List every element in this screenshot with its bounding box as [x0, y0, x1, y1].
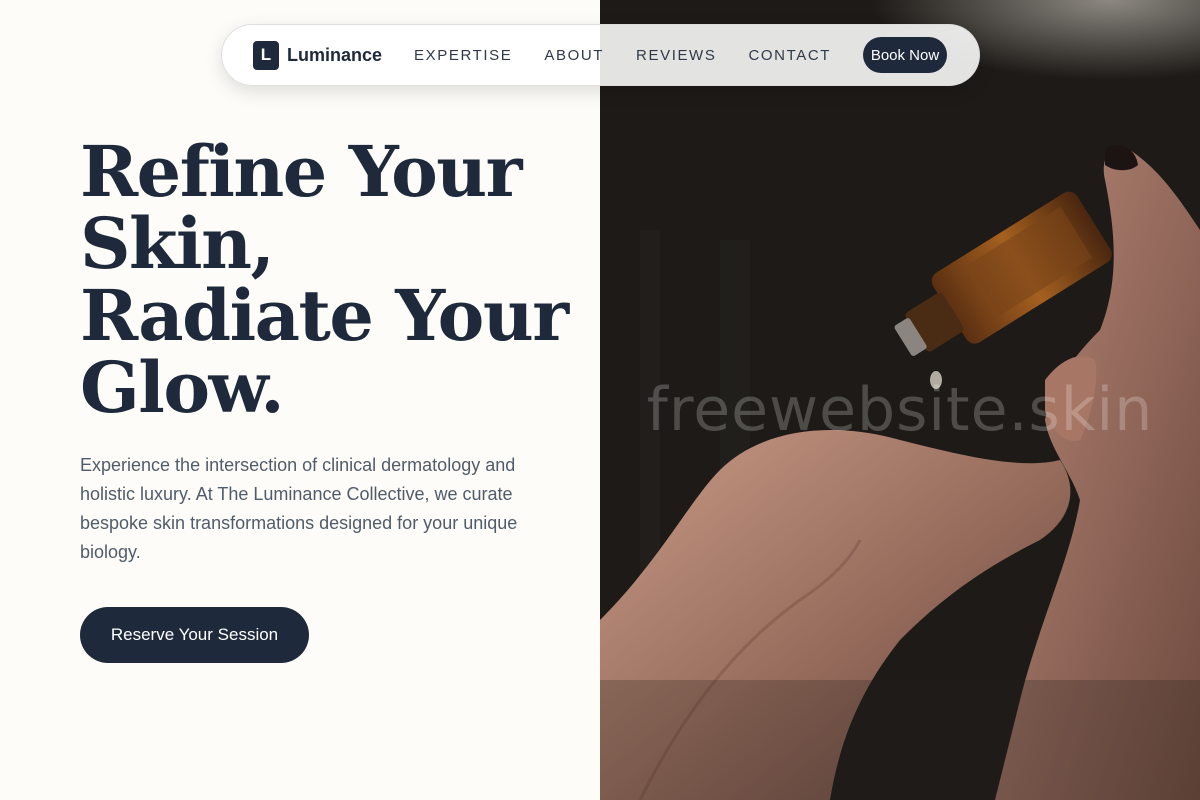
- hero-title: Refine Your Skin, Radiate Your Glow.: [80, 136, 580, 424]
- book-now-button[interactable]: Book Now: [863, 37, 947, 73]
- nav-link-reviews[interactable]: REVIEWS: [636, 47, 716, 64]
- nav-link-expertise[interactable]: EXPERTISE: [414, 47, 512, 64]
- brand-logo[interactable]: L Luminance: [253, 40, 383, 70]
- brand-name: Luminance: [287, 44, 383, 65]
- hero-title-line: Skin,: [80, 202, 275, 285]
- top-navbar: L Luminance EXPERTISE ABOUT REVIEWS CONT…: [221, 24, 980, 86]
- nav-links: EXPERTISE ABOUT REVIEWS CONTACT: [414, 47, 863, 64]
- hero-section: Refine Your Skin, Radiate Your Glow. Exp…: [0, 0, 600, 800]
- logo-icon: L: [253, 40, 279, 70]
- hero-description: Experience the intersection of clinical …: [80, 455, 518, 562]
- nav-link-contact[interactable]: CONTACT: [748, 47, 831, 64]
- hero-photo: freewebsite.skin: [600, 0, 1200, 800]
- nav-link-about[interactable]: ABOUT: [544, 47, 604, 64]
- hero-title-line: Radiate Your: [80, 274, 569, 357]
- hero-title-line: Refine Your: [80, 130, 523, 213]
- skincare-oil-photo: [600, 0, 1200, 800]
- reserve-session-button[interactable]: Reserve Your Session: [80, 607, 309, 663]
- hero-title-line: Glow.: [80, 346, 285, 429]
